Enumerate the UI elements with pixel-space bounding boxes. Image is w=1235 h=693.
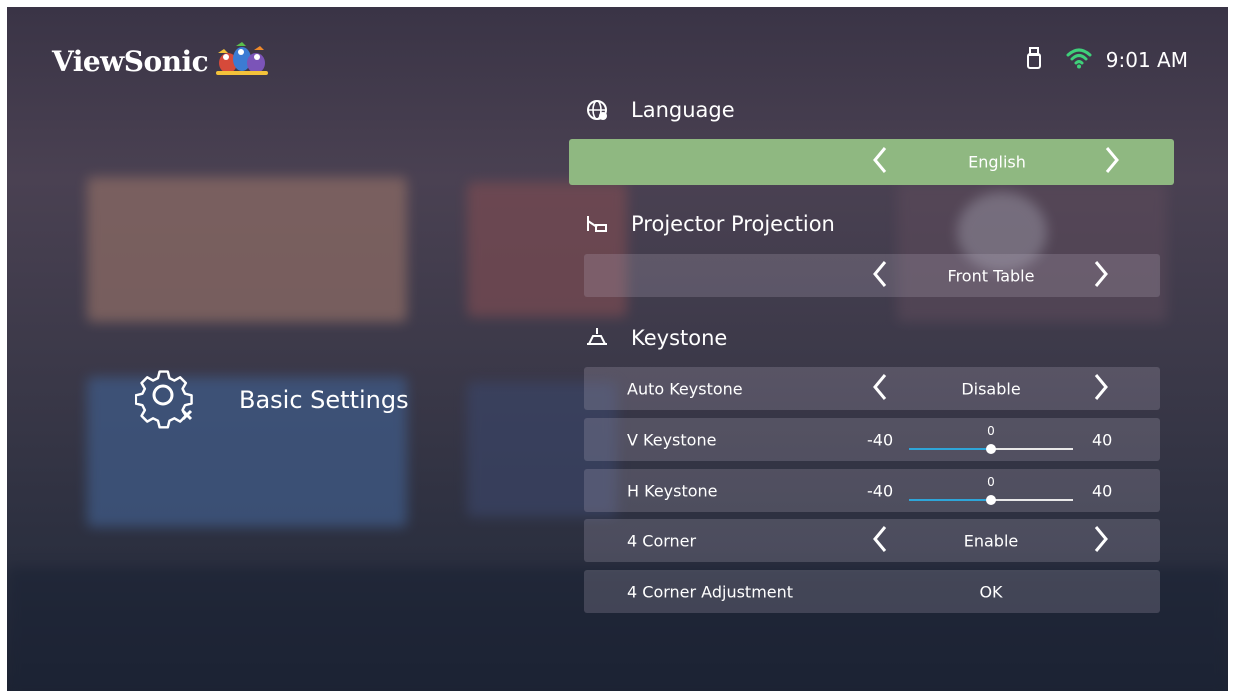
chevron-left-icon[interactable] [872, 373, 888, 405]
chevron-left-icon[interactable] [872, 146, 888, 178]
section-header-keystone: Keystone [585, 326, 727, 350]
menu-item-basic-settings[interactable]: Basic Settings [134, 365, 409, 435]
v-keystone-label: V Keystone [627, 430, 717, 449]
v-keystone-row[interactable]: V Keystone -40 0 40 [584, 418, 1160, 461]
h-keystone-slider[interactable]: 0 [909, 475, 1073, 505]
birds-logo-icon [214, 41, 270, 81]
slider-max: 40 [1092, 430, 1113, 449]
background-tile [87, 177, 407, 322]
section-header-language: Language [585, 98, 735, 122]
projection-value: Front Table [947, 266, 1035, 285]
section-header-projection: Projector Projection [585, 212, 835, 236]
usb-icon [1026, 47, 1042, 73]
wifi-icon [1066, 47, 1092, 73]
chevron-right-icon[interactable] [1093, 373, 1109, 405]
auto-keystone-row[interactable]: Auto Keystone Disable [584, 367, 1160, 410]
slider-min: -40 [867, 430, 894, 449]
brand-logo: ViewSonic [52, 41, 270, 81]
section-title: Language [631, 98, 735, 122]
language-selector[interactable]: English [569, 139, 1174, 185]
projector-icon [585, 212, 609, 236]
chevron-right-icon[interactable] [1093, 260, 1109, 292]
menu-item-label: Basic Settings [239, 386, 409, 414]
slider-fill [909, 448, 991, 450]
chevron-right-icon[interactable] [1093, 525, 1109, 557]
slider-knob[interactable] [986, 444, 996, 454]
slider-value: 0 [987, 475, 995, 489]
auto-keystone-label: Auto Keystone [627, 379, 743, 398]
status-bar: 9:01 AM [1026, 47, 1188, 73]
chevron-left-icon[interactable] [872, 260, 888, 292]
language-value: English [968, 152, 1026, 172]
slider-fill [909, 499, 991, 501]
globe-icon [585, 98, 609, 122]
section-title: Keystone [631, 326, 728, 350]
slider-max: 40 [1092, 481, 1113, 500]
four-corner-label: 4 Corner [627, 531, 697, 550]
ok-button[interactable]: OK [979, 582, 1002, 601]
h-keystone-label: H Keystone [627, 481, 718, 500]
keystone-icon [585, 326, 609, 350]
slider-value: 0 [987, 424, 995, 438]
projector-screen: ViewSonic 9:01 AM Basic Settings Languag… [7, 7, 1228, 691]
auto-keystone-value: Disable [961, 379, 1021, 398]
four-corner-row[interactable]: 4 Corner Enable [584, 519, 1160, 562]
chevron-right-icon[interactable] [1104, 146, 1120, 178]
section-title: Projector Projection [631, 212, 835, 236]
h-keystone-row[interactable]: H Keystone -40 0 40 [584, 469, 1160, 512]
projection-selector[interactable]: Front Table [584, 254, 1160, 297]
v-keystone-slider[interactable]: 0 [909, 424, 1073, 454]
four-corner-adjustment-label: 4 Corner Adjustment [627, 582, 794, 601]
slider-min: -40 [867, 481, 894, 500]
four-corner-adjustment-row[interactable]: 4 Corner Adjustment OK [584, 570, 1160, 613]
clock: 9:01 AM [1105, 48, 1188, 72]
chevron-left-icon[interactable] [872, 525, 888, 557]
slider-knob[interactable] [986, 495, 996, 505]
gear-icon [134, 365, 201, 435]
four-corner-value: Enable [963, 531, 1019, 550]
brand-name: ViewSonic [52, 44, 209, 78]
